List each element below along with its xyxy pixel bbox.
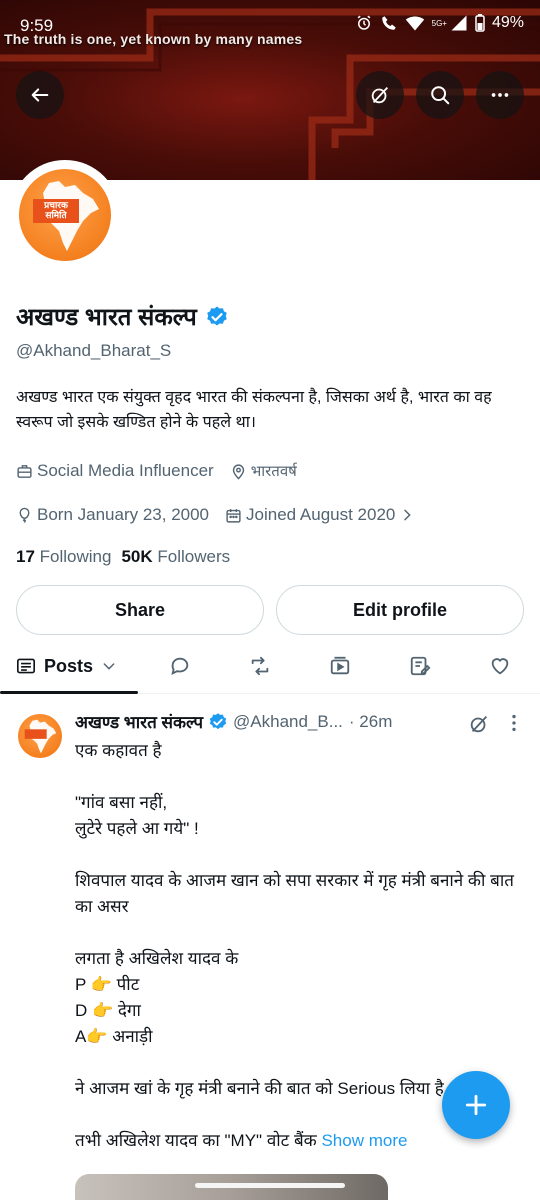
born-item: Born January 23, 2000 [16,505,209,525]
back-button[interactable] [16,71,64,119]
profile-avatar[interactable]: प्रचारक समिति [10,160,120,270]
profile-name: अखण्ड भारत संकल्प [16,304,197,331]
post-avatar[interactable] [18,714,62,758]
battery-level: 49% [491,14,524,31]
balloon-icon [19,507,30,523]
edit-profile-button[interactable]: Edit profile [276,585,524,635]
following-count: 17 [16,547,35,566]
status-icons: 5G+ 49% [355,14,524,32]
followers-link[interactable]: 50K Followers [121,547,230,567]
profile-born: Born January 23, 2000 [37,505,210,524]
post-header: अखण्ड भारत संकल्प @Akhand_B... · 26m [75,710,392,733]
tab-replies[interactable] [160,640,200,692]
compose-post-button[interactable] [442,1071,510,1139]
status-bar: 9:59 5G+ 49% [0,0,540,44]
post-line: A👉 अनाड़ी [75,1027,153,1046]
more-button[interactable] [476,71,524,119]
joined-item[interactable]: Joined August 2020 [225,505,415,525]
reply-icon [171,657,189,676]
alarm-icon [355,14,373,32]
wifi-icon [405,14,425,32]
profile-joined: Joined August 2020 [246,505,396,524]
calendar-icon [226,508,241,523]
active-tab-indicator [0,691,138,694]
followers-count: 50K [121,547,153,566]
posts-tab-icon [17,658,35,674]
post-line: एक कहावत है [75,741,162,760]
plus-icon [465,1094,487,1116]
share-button[interactable]: Share [16,585,264,635]
followers-label: Followers [157,547,231,566]
avatar-logo-text: प्रचारक समिति [33,199,79,223]
likes-icon [491,658,509,675]
tab-reposts[interactable] [240,640,280,692]
verified-badge-icon [209,712,227,729]
tab-articles[interactable] [400,640,440,692]
category-item: Social Media Influencer [16,461,214,481]
chevron-down-icon [103,663,115,670]
profile-category: Social Media Influencer [37,461,214,480]
tab-posts[interactable]: Posts [16,640,117,692]
location-item: भारतवर्ष [230,461,297,481]
grok-icon[interactable] [468,713,490,735]
post-handle[interactable]: @Akhand_B... [233,712,343,732]
search-button[interactable] [416,71,464,119]
repost-icon [251,656,269,676]
profile-tabs: Posts [0,640,540,694]
following-label: Following [39,547,112,566]
post-line: तभी अखिलेश यादव का "MY" वोट बैंक [75,1131,317,1150]
post-more-icon[interactable] [506,712,522,734]
profile-location: भारतवर्ष [250,463,297,480]
articles-icon [410,656,431,676]
post-time: · 26m [348,711,393,731]
tab-likes[interactable] [480,640,520,692]
post-author[interactable]: अखण्ड भारत संकल्प [75,710,203,733]
media-icon [330,656,350,675]
signal-icon [450,14,468,32]
arrow-left-icon [31,88,49,102]
post-line: "गांव बसा नहीं, [75,793,168,812]
post-line: शिवपाल यादव के आजम खान को सपा सरकार में … [75,871,514,916]
show-more-link[interactable]: Show more [321,1131,407,1150]
tab-media[interactable] [320,640,360,692]
profile-handle: @Akhand_Bharat_S [16,341,172,360]
grok-icon [371,87,389,104]
search-icon [431,86,450,105]
wifi-call-icon [380,14,398,32]
avatar-logo-text-line1: प्रचारक [44,201,68,211]
profile-name-row: अखण्ड भारत संकल्प [16,300,229,333]
status-time: 9:59 [20,16,54,35]
gesture-navigation-bar[interactable] [195,1183,345,1188]
battery-icon [475,14,485,32]
more-horizontal-icon [491,93,509,97]
briefcase-icon [17,464,32,478]
following-link[interactable]: 17 Following [16,547,111,567]
profile-bio: अखण्ड भारत एक संयुक्त वृहद भारत की संकल्… [16,389,492,431]
avatar-logo: प्रचारक समिति [19,169,111,261]
location-pin-icon [232,463,244,480]
verified-badge-icon[interactable] [205,305,229,329]
profile-meta-row-1: Social Media Influencer भारतवर्ष [16,461,313,481]
india-map-icon [24,719,57,754]
post-line: P 👉 पीट [75,975,140,994]
post-line: D 👉 देगा [75,1001,141,1020]
network-type: 5G+ [431,18,447,28]
tab-posts-label: Posts [44,655,94,676]
post-line: लुटेरे पहले आ गये" ! [75,819,199,838]
avatar-logo-text-line2: समिति [45,211,67,221]
chevron-right-icon [404,509,412,521]
follow-stats: 17 Following 50K Followers [16,547,230,567]
post-line: लगता है अखिलेश यादव के [75,949,239,968]
grok-button[interactable] [356,71,404,119]
profile-meta-row-2: Born January 23, 2000 Joined August 2020 [16,505,415,525]
